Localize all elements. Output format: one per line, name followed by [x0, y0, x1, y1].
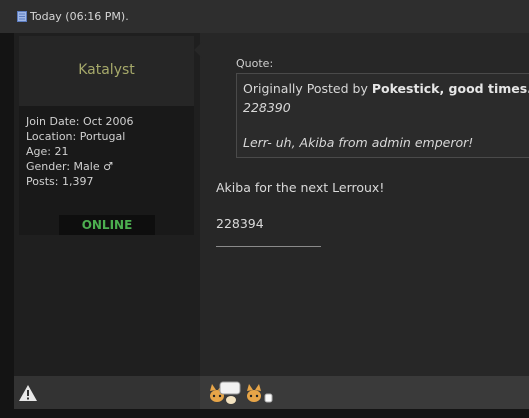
pokemon-smiley-icons [206, 381, 276, 409]
signature-divider [216, 246, 321, 247]
post-count: Posts: 1,397 [26, 175, 94, 188]
gender: Gender: Male ♂ [26, 160, 113, 173]
post-number: 228394 [216, 216, 264, 231]
location: Location: Portugal [26, 130, 126, 143]
quote-attribution: Originally Posted by Pokestick, good tim… [243, 81, 529, 96]
quote-text: Lerr- uh, Akiba from admin emperor! [243, 135, 474, 150]
post-pointer [194, 42, 202, 58]
quote-label: Quote: [236, 57, 274, 70]
document-icon [17, 11, 27, 22]
quote-number: 228390 [243, 100, 291, 115]
post-date-text: Today (06:16 PM). [30, 10, 129, 23]
age: Age: 21 [26, 145, 69, 158]
quote-author: Pokestick, good times. [371, 81, 529, 96]
warning-icon[interactable] [18, 384, 38, 406]
join-date: Join Date: Oct 2006 [26, 115, 134, 128]
user-info: Join Date: Oct 2006 Location: Portugal A… [26, 114, 134, 189]
post-header-bar: Today (06:16 PM). [0, 0, 529, 33]
quote-prefix: Originally Posted by [243, 81, 368, 96]
post-body: Akiba for the next Lerroux! [216, 180, 385, 195]
username-link[interactable]: Katalyst [19, 62, 194, 78]
online-status-badge: ONLINE [59, 215, 155, 235]
post-footer-left [14, 376, 200, 409]
post-date: Today (06:16 PM). [17, 10, 129, 23]
